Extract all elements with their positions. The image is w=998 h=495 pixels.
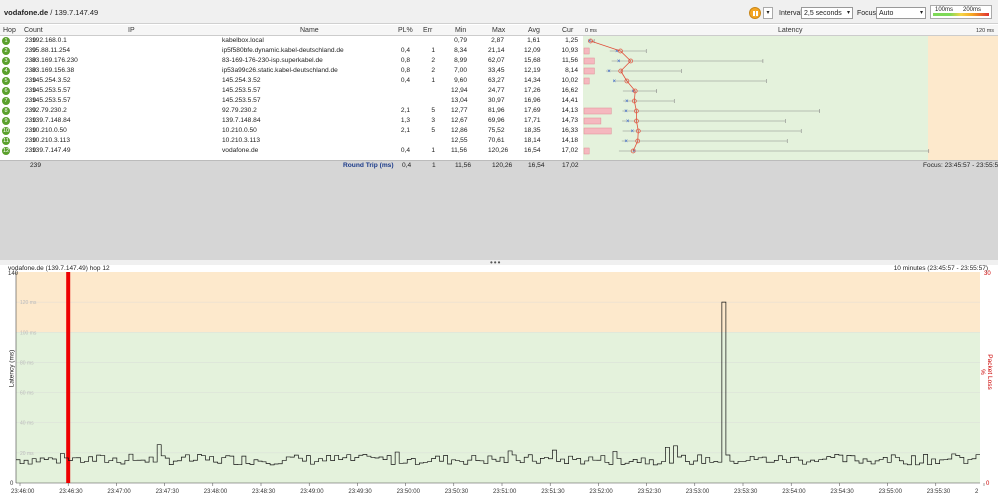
grid-label: 120 ms xyxy=(20,300,37,306)
empty-table-area xyxy=(0,170,998,260)
x-tick-label: 23:48:00 xyxy=(204,489,228,495)
summary-row: 239 Round Trip (ms) 0,4 1 11,56 120,26 1… xyxy=(0,160,998,170)
x-tick-label: 23:53:30 xyxy=(734,489,758,495)
cur-marker: × xyxy=(625,99,629,105)
packet-loss-bar xyxy=(583,127,612,135)
packet-loss-bar xyxy=(583,117,602,125)
x-tick-label: 23:48:30 xyxy=(252,489,276,495)
timeline-svg: 120 ms100 ms80 ms60 ms40 ms20 ms14003002… xyxy=(8,271,991,495)
x-tick-label: 23:46:30 xyxy=(59,489,83,495)
x-tick-label: 2 xyxy=(975,489,979,495)
grid-label: 80 ms xyxy=(20,360,34,366)
grid-label: 20 ms xyxy=(20,451,34,457)
x-tick-label: 23:50:00 xyxy=(397,489,421,495)
cur-marker: × xyxy=(588,39,592,45)
grid-label: 40 ms xyxy=(20,421,34,427)
grid-label: 60 ms xyxy=(20,391,34,397)
chart-time-range: 10 minutes (23:45:57 - 23:55:57) xyxy=(893,265,988,272)
x-tick-label: 23:54:00 xyxy=(782,489,806,495)
x-tick-label: 23:47:30 xyxy=(156,489,180,495)
x-tick-label: 23:54:30 xyxy=(830,489,854,495)
x-tick-label: 23:55:00 xyxy=(879,489,903,495)
grid-label: 100 ms xyxy=(20,330,37,336)
timeline-chart: 120 ms 100 ms 80 ms 60 ms 40 ms 20 ms 140 0 30 0 2… xyxy=(0,265,998,495)
cur-marker: × xyxy=(624,109,628,115)
x-tick-label: 23:46:00 xyxy=(11,489,35,495)
cur-marker: × xyxy=(631,129,635,135)
packet-loss-bar xyxy=(583,77,590,85)
y-axis-label: Latency (ms) xyxy=(8,349,16,388)
x-tick-label: 23:51:30 xyxy=(541,489,565,495)
x-tick-label: 23:51:00 xyxy=(493,489,517,495)
cur-marker: × xyxy=(624,139,628,145)
y2-tick-label: 0 xyxy=(986,481,990,487)
x-tick-label: 23:50:30 xyxy=(445,489,469,495)
packet-loss-bar xyxy=(583,67,595,75)
x-tick-label: 23:52:30 xyxy=(638,489,662,495)
normal-latency-zone xyxy=(16,332,980,483)
x-tick-label: 23:52:00 xyxy=(589,489,613,495)
x-tick-label: 23:55:30 xyxy=(927,489,951,495)
chart-title: vodafone.de (139.7.147.49) hop 12 xyxy=(8,265,110,272)
packet-loss-bar xyxy=(583,47,590,55)
cur-marker: × xyxy=(607,69,611,75)
x-tick-label: 23:49:30 xyxy=(348,489,372,495)
cur-marker: × xyxy=(613,79,617,85)
packet-loss-marker xyxy=(66,272,71,483)
cur-marker: × xyxy=(626,119,630,125)
x-tick-label: 23:53:00 xyxy=(686,489,710,495)
x-tick-label: 23:49:00 xyxy=(300,489,324,495)
latency-graph-overlay: ×××××××××××× xyxy=(583,38,930,155)
packet-loss-bar xyxy=(583,147,590,155)
cur-marker: × xyxy=(617,59,621,65)
packet-loss-bar xyxy=(583,57,595,65)
y2-axis-label: Packet Loss % xyxy=(979,354,993,390)
packet-loss-bar xyxy=(583,107,612,115)
y-tick-label: 0 xyxy=(10,481,14,487)
x-tick-label: 23:47:00 xyxy=(107,489,131,495)
